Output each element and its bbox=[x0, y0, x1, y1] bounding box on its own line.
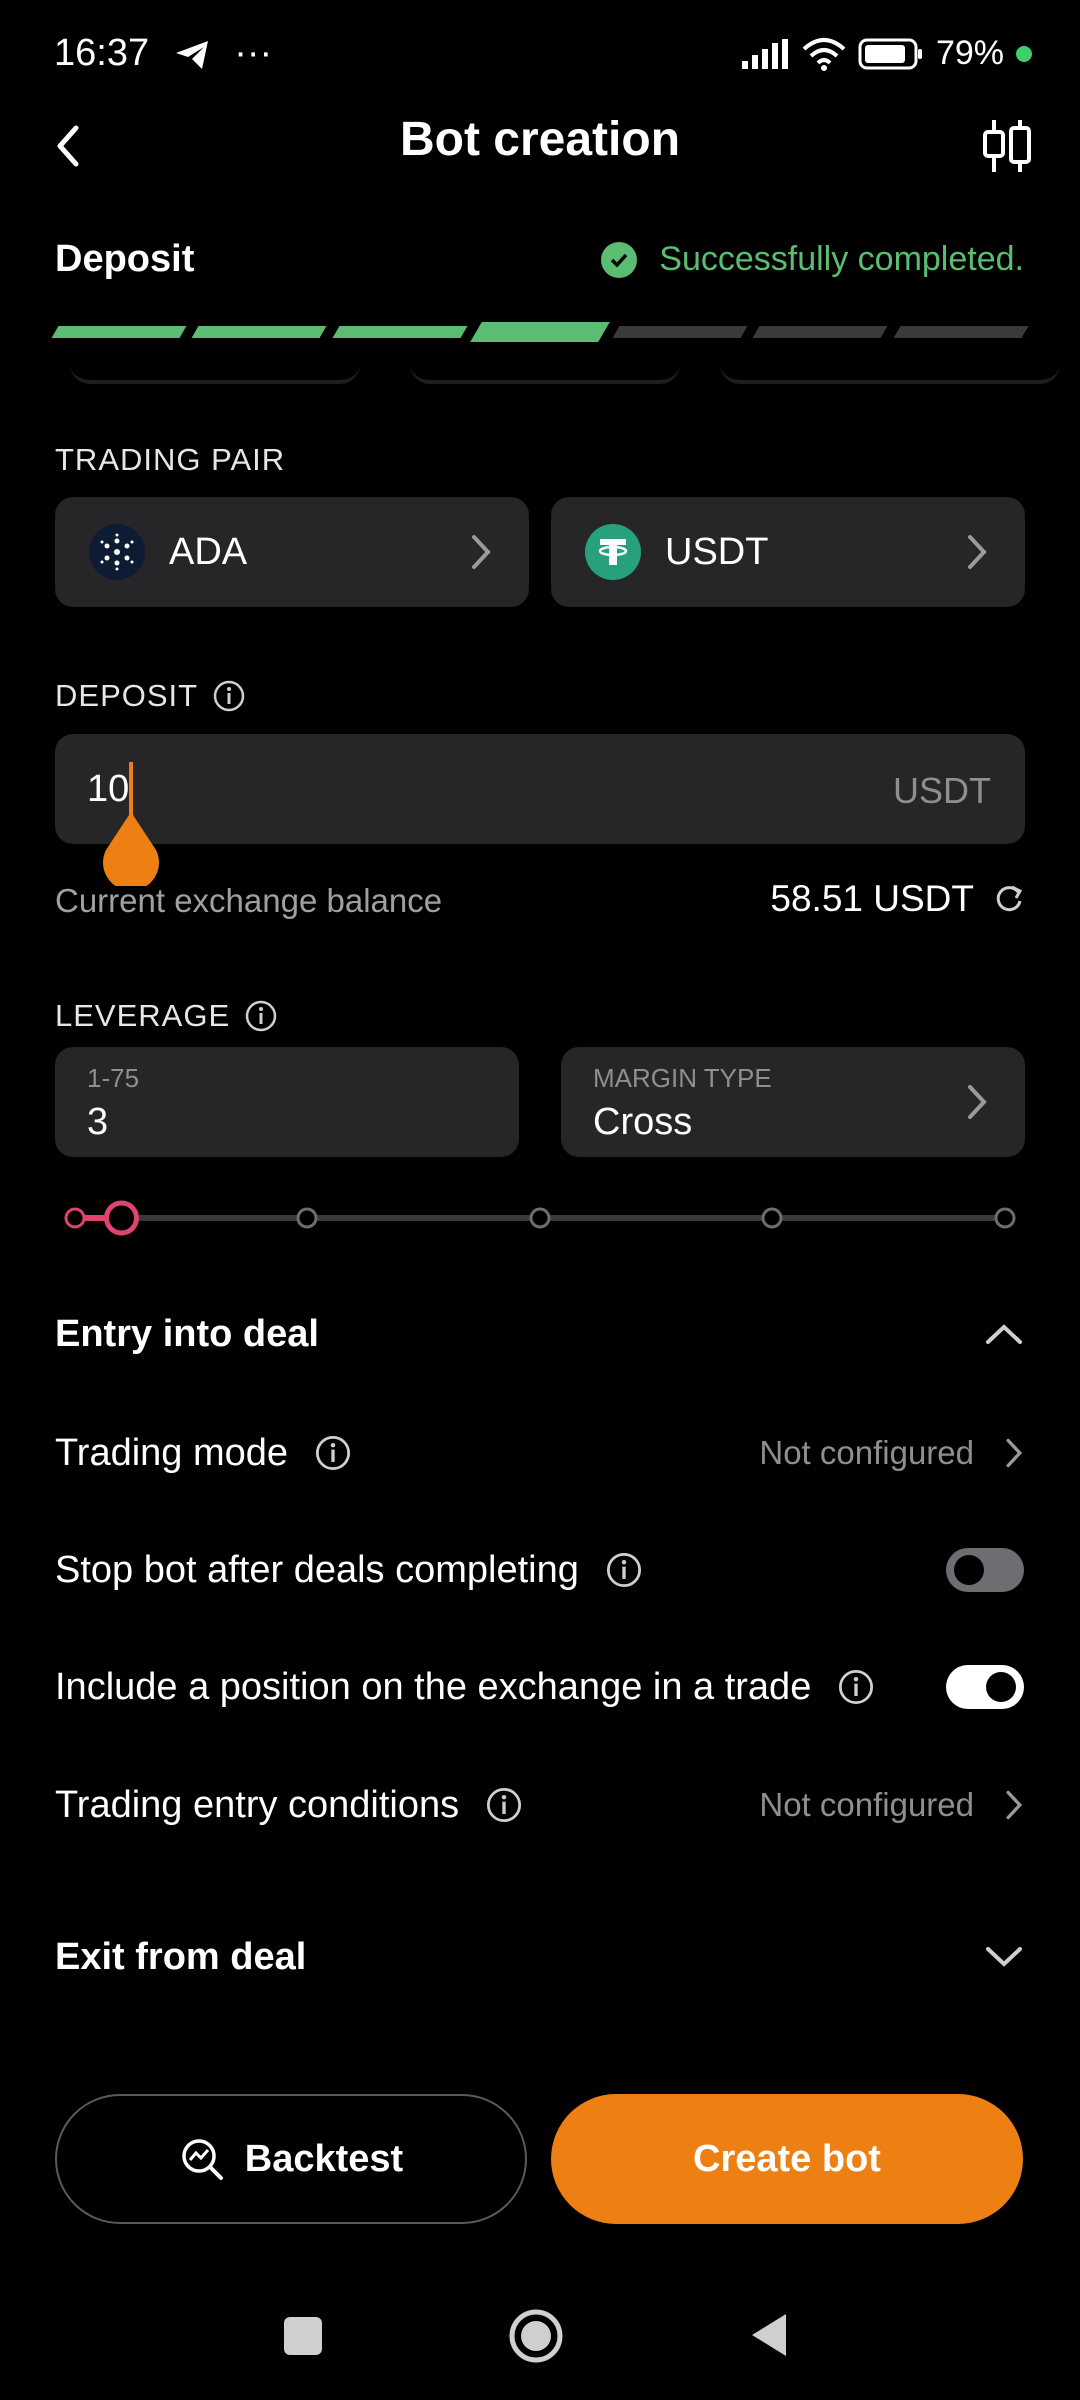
deposit-currency: USDT bbox=[893, 770, 991, 811]
create-bot-label: Create bot bbox=[693, 2137, 881, 2180]
entry-conditions-row[interactable]: Trading entry conditions Not configured bbox=[55, 1765, 1024, 1845]
candlestick-chart-icon[interactable] bbox=[980, 118, 1034, 174]
chevron-right-icon bbox=[968, 1085, 987, 1119]
scrolled-cards-edge bbox=[410, 362, 680, 384]
slider-tick bbox=[529, 1207, 551, 1229]
leverage-input[interactable]: 1-75 3 bbox=[55, 1047, 519, 1157]
status-icons: 79% bbox=[740, 34, 1032, 73]
chevron-right-icon bbox=[472, 535, 491, 569]
chevron-right-icon bbox=[968, 535, 987, 569]
scrolled-cards-edge bbox=[720, 362, 1060, 384]
include-position-toggle[interactable] bbox=[946, 1665, 1024, 1709]
battery-level: 79% bbox=[935, 34, 1004, 72]
progress-segment-current bbox=[470, 322, 610, 342]
quote-coin-name: USDT bbox=[665, 530, 769, 573]
entry-conditions-value: Not configured bbox=[759, 1786, 974, 1823]
backtest-icon bbox=[182, 2139, 223, 2180]
step-status-text: Successfully completed. bbox=[659, 240, 1024, 278]
deposit-input[interactable]: 10 USDT bbox=[55, 734, 1025, 844]
backtest-label: Backtest bbox=[244, 2137, 404, 2180]
info-icon[interactable] bbox=[605, 1551, 643, 1589]
margin-type-selector[interactable]: MARGIN TYPE Cross bbox=[561, 1047, 1025, 1157]
backtest-button[interactable]: Backtest bbox=[55, 2094, 527, 2224]
recents-nav-icon[interactable] bbox=[284, 2317, 322, 2355]
chevron-down-icon bbox=[986, 1947, 1022, 1967]
trading-mode-label: Trading mode bbox=[55, 1431, 289, 1474]
telegram-icon bbox=[175, 40, 208, 69]
stop-bot-label: Stop bot after deals completing bbox=[55, 1548, 579, 1591]
refresh-icon[interactable] bbox=[994, 884, 1024, 914]
entry-section-title: Entry into deal bbox=[55, 1312, 319, 1355]
step-title: Deposit bbox=[55, 238, 195, 280]
wifi-icon bbox=[802, 37, 846, 71]
scrolled-cards-edge bbox=[70, 362, 360, 384]
progress-segment bbox=[893, 326, 1029, 338]
leverage-slider[interactable] bbox=[55, 1196, 1025, 1246]
deposit-label-text: DEPOSIT bbox=[55, 678, 199, 713]
slider-start-dot bbox=[64, 1207, 86, 1229]
exit-section-title: Exit from deal bbox=[55, 1935, 307, 1978]
trading-mode-value: Not configured bbox=[759, 1434, 974, 1471]
home-nav-icon[interactable] bbox=[508, 2308, 564, 2364]
entry-conditions-label: Trading entry conditions bbox=[55, 1783, 460, 1826]
leverage-label-text: LEVERAGE bbox=[55, 998, 231, 1033]
balance-value: 58.51 USDT bbox=[770, 878, 974, 919]
include-position-row: Include a position on the exchange in a … bbox=[55, 1647, 1024, 1727]
step-status: Successfully completed. bbox=[601, 240, 1024, 279]
create-bot-button[interactable]: Create bot bbox=[551, 2094, 1023, 2224]
check-circle-icon bbox=[601, 241, 638, 278]
progress-segment bbox=[191, 326, 328, 338]
stop-bot-toggle[interactable] bbox=[946, 1548, 1024, 1592]
toggle-knob bbox=[954, 1555, 984, 1585]
deposit-value: 10 bbox=[87, 768, 130, 810]
info-icon[interactable] bbox=[485, 1786, 523, 1824]
privacy-indicator bbox=[1016, 45, 1032, 62]
chevron-right-icon bbox=[1006, 1790, 1023, 1820]
progress-segment bbox=[752, 326, 889, 338]
info-icon[interactable] bbox=[244, 999, 278, 1033]
more-notifications: ··· bbox=[234, 32, 273, 74]
exit-section-header[interactable]: Exit from deal bbox=[55, 1917, 1024, 1997]
balance: 58.51 USDT bbox=[770, 878, 1024, 920]
trading-mode-row[interactable]: Trading mode Not configured bbox=[55, 1413, 1024, 1493]
usdt-coin-icon bbox=[585, 524, 641, 580]
base-coin-name: ADA bbox=[169, 530, 248, 573]
quote-coin-selector[interactable]: USDT bbox=[551, 497, 1025, 607]
signal-icon bbox=[741, 38, 788, 69]
step-progress-bar bbox=[51, 322, 1029, 342]
info-icon[interactable] bbox=[837, 1668, 875, 1706]
margin-type-label: MARGIN TYPE bbox=[593, 1063, 772, 1093]
slider-tick bbox=[761, 1207, 783, 1229]
balance-label: Current exchange balance bbox=[55, 882, 443, 919]
progress-segment bbox=[51, 326, 187, 338]
chevron-up-icon bbox=[986, 1324, 1022, 1344]
progress-segment bbox=[332, 326, 468, 338]
chevron-right-icon bbox=[1006, 1438, 1023, 1468]
info-icon[interactable] bbox=[212, 679, 246, 713]
clock: 16:37 bbox=[54, 32, 150, 74]
ada-coin-icon bbox=[89, 524, 145, 580]
slider-tick bbox=[296, 1207, 318, 1229]
back-nav-icon[interactable] bbox=[748, 2310, 790, 2360]
include-position-label: Include a position on the exchange in a … bbox=[55, 1665, 812, 1708]
margin-type-value: Cross bbox=[593, 1101, 693, 1143]
leverage-range: 1-75 bbox=[87, 1063, 140, 1093]
slider-tick bbox=[994, 1207, 1016, 1229]
leverage-label: LEVERAGE bbox=[55, 998, 278, 1034]
deposit-label: DEPOSIT bbox=[55, 678, 246, 714]
battery-icon bbox=[858, 38, 922, 69]
info-icon[interactable] bbox=[314, 1434, 352, 1472]
base-coin-selector[interactable]: ADA bbox=[55, 497, 529, 607]
status-time: 16:37 ··· bbox=[54, 32, 272, 75]
cursor-handle[interactable] bbox=[100, 810, 162, 886]
entry-section-header[interactable]: Entry into deal bbox=[55, 1294, 1024, 1374]
stop-bot-row: Stop bot after deals completing bbox=[55, 1530, 1024, 1610]
slider-thumb[interactable] bbox=[104, 1200, 139, 1236]
page-title: Bot creation bbox=[399, 113, 681, 166]
progress-segment bbox=[612, 326, 748, 338]
trading-pair-label: TRADING PAIR bbox=[55, 442, 286, 477]
toggle-knob bbox=[986, 1672, 1016, 1702]
leverage-value: 3 bbox=[87, 1101, 109, 1143]
